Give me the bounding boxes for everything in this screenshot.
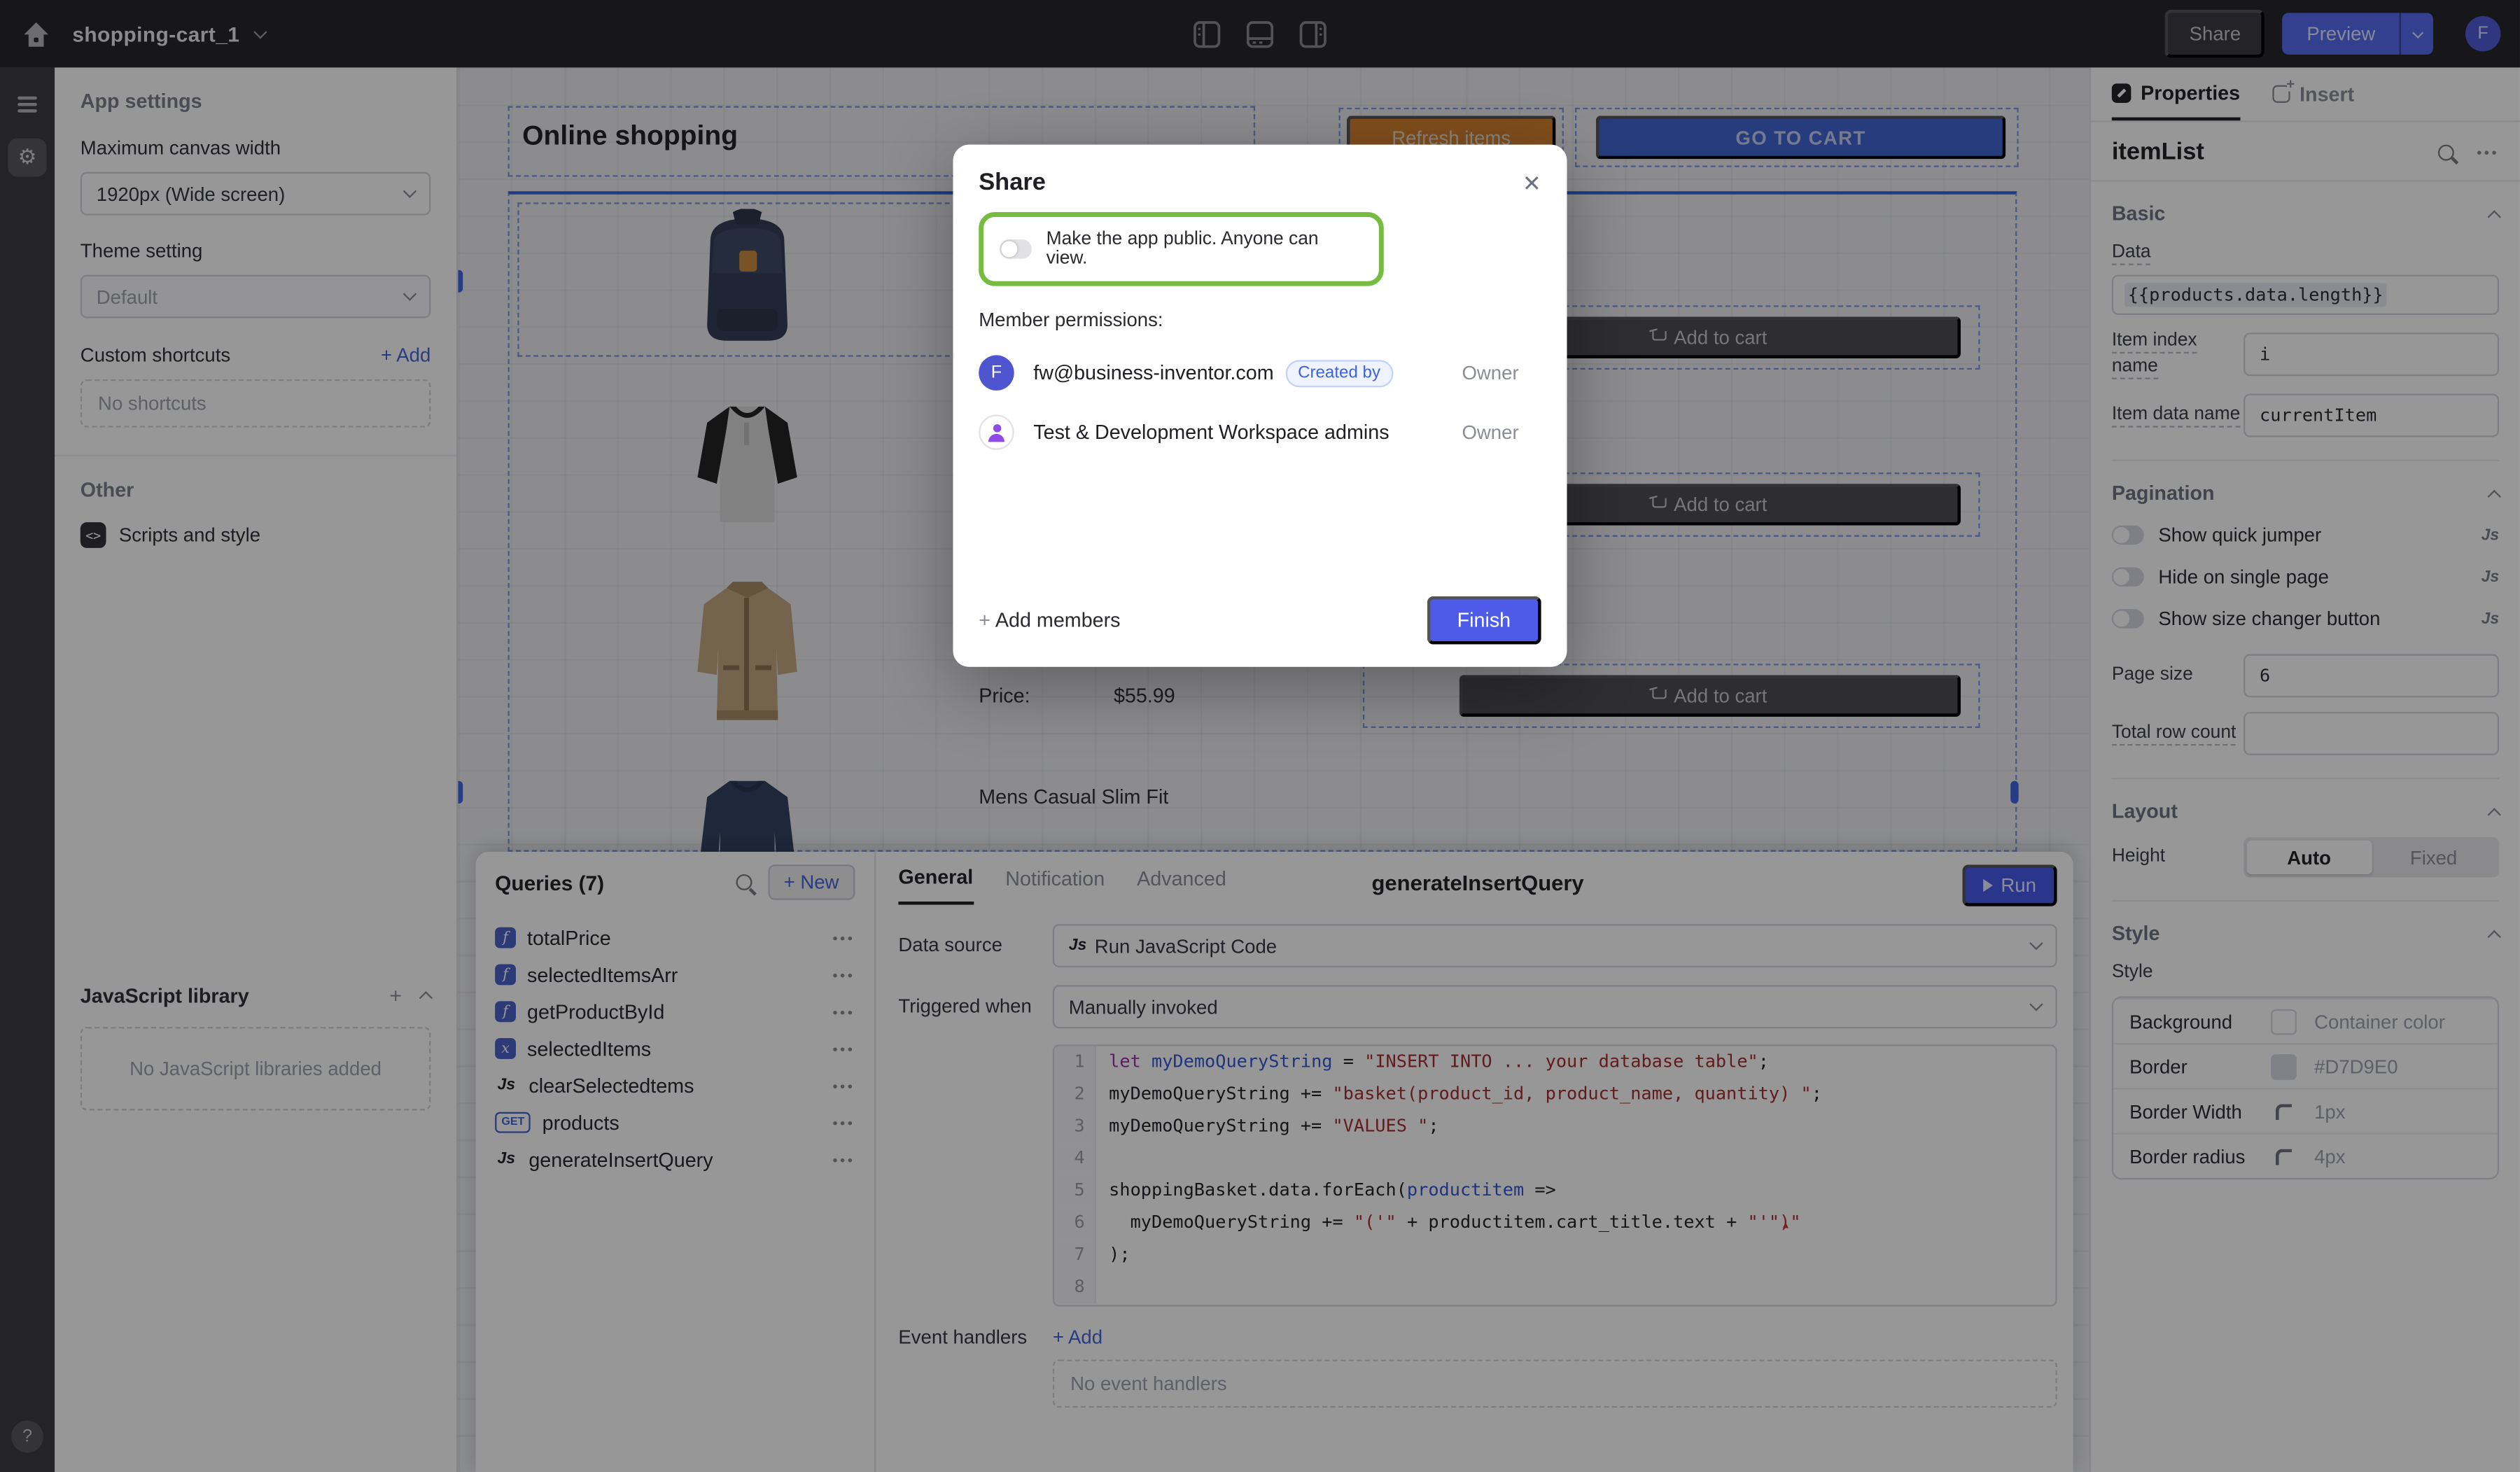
modal-title: Share	[979, 169, 1046, 196]
member-permissions-label: Member permissions:	[979, 309, 1541, 331]
created-by-badge: Created by	[1285, 359, 1394, 386]
member-avatar	[979, 414, 1014, 450]
member-row: F fw@business-inventor.com Created by Ow…	[979, 355, 1541, 391]
add-members-link[interactable]: +Add members	[979, 609, 1120, 631]
plus-icon: +	[979, 609, 990, 631]
finish-button[interactable]: Finish	[1427, 596, 1541, 645]
public-toggle-label: Make the app public. Anyone can view.	[1046, 230, 1363, 268]
share-modal: Share ✕ Make the app public. Anyone can …	[953, 145, 1567, 667]
member-name: Test & Development Workspace admins	[1033, 421, 1389, 444]
member-avatar: F	[979, 355, 1014, 391]
group-person-icon	[987, 423, 1007, 441]
member-name: fw@business-inventor.com	[1033, 362, 1273, 384]
app-root: Online shopping Refresh items GO TO CART…	[0, 0, 2520, 1472]
member-role[interactable]: Owner	[1462, 362, 1518, 384]
member-role[interactable]: Owner	[1462, 421, 1518, 444]
public-toggle-switch[interactable]	[1000, 239, 1032, 259]
close-icon[interactable]: ✕	[1522, 171, 1541, 194]
avatar-letter: F	[991, 363, 1002, 383]
public-toggle-highlight: Make the app public. Anyone can view.	[979, 212, 1384, 286]
member-row: Test & Development Workspace admins Owne…	[979, 414, 1541, 450]
member-list: F fw@business-inventor.com Created by Ow…	[979, 355, 1541, 449]
